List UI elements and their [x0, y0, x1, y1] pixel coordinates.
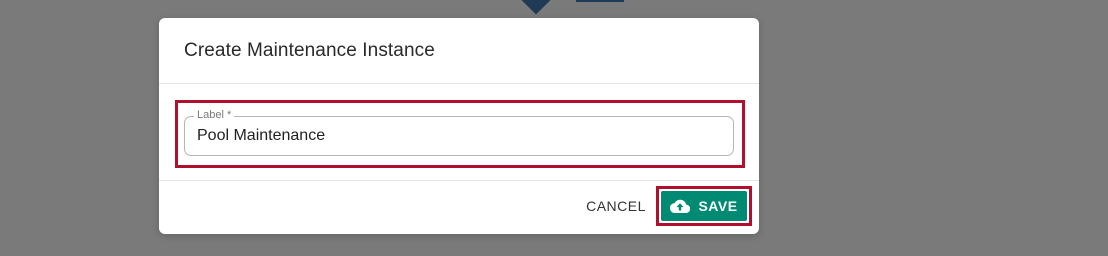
actions-divider [159, 180, 759, 181]
create-maintenance-dialog: Create Maintenance Instance Label * CANC… [159, 18, 759, 234]
label-input[interactable] [197, 125, 717, 147]
cloud-upload-icon [670, 199, 691, 213]
background-tab-underline [576, 0, 624, 2]
save-button[interactable]: SAVE [661, 191, 747, 221]
cancel-button[interactable]: CANCEL [581, 194, 651, 218]
dialog-title: Create Maintenance Instance [184, 40, 435, 61]
label-field-label: Label * [194, 109, 235, 122]
title-divider [159, 83, 759, 84]
save-button-label: SAVE [698, 198, 738, 214]
background-dropdown-caret [520, 0, 552, 15]
